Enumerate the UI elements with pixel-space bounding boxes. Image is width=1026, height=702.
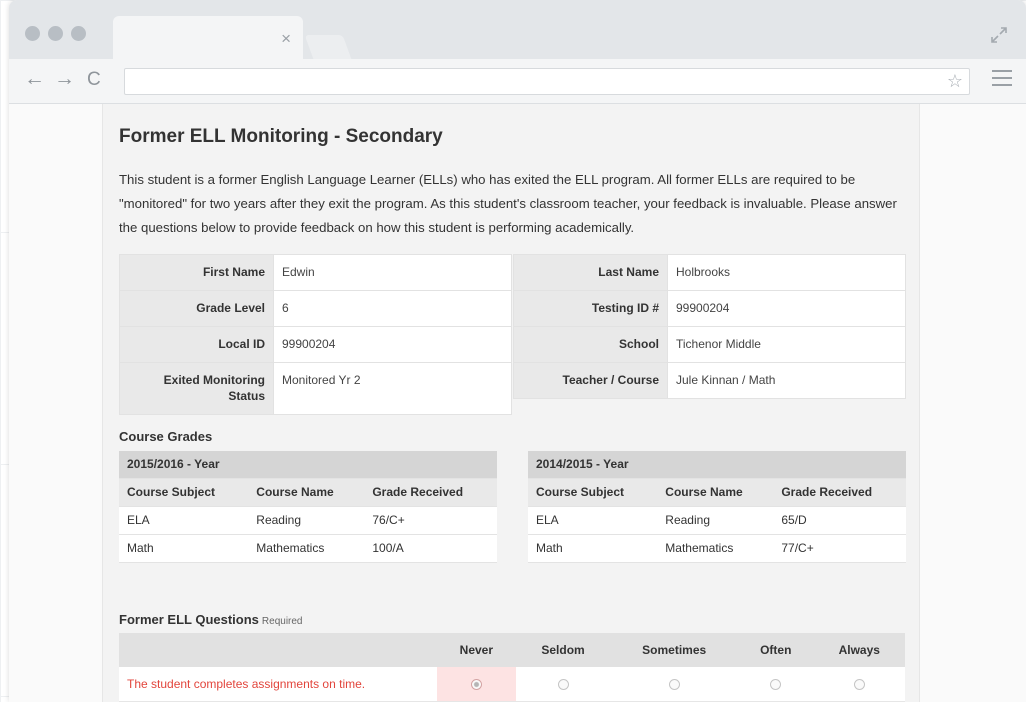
option-header-often: Often <box>738 633 814 667</box>
table-row: Math Mathematics 100/A <box>119 534 497 563</box>
info-row: Teacher / Course Jule Kinnan / Math <box>513 362 906 399</box>
info-label: First Name <box>119 254 274 291</box>
grades-year-label: 2014/2015 - Year <box>528 451 906 479</box>
new-tab-button[interactable] <box>304 35 352 59</box>
column-header: Course Name <box>657 478 774 507</box>
info-value: Jule Kinnan / Math <box>667 362 906 399</box>
cell-course-name: Mathematics <box>657 534 774 563</box>
radio-cell-always[interactable] <box>813 667 905 702</box>
info-row: First Name Edwin <box>119 254 512 291</box>
info-value: Tichenor Middle <box>667 326 906 363</box>
cell-grade: 77/C+ <box>773 534 906 563</box>
radio-never[interactable] <box>470 679 482 691</box>
info-label: Exited Monitoring Status <box>119 362 274 415</box>
grades-table-2015-2016: 2015/2016 - Year Course Subject Course N… <box>119 451 497 563</box>
column-header: Course Subject <box>119 478 249 507</box>
question-text: The student completes assignments on tim… <box>119 667 437 702</box>
info-label: Teacher / Course <box>513 362 668 399</box>
table-row: Math Mathematics 77/C+ <box>528 534 906 563</box>
info-row: Exited Monitoring Status Monitored Yr 2 <box>119 362 512 415</box>
option-header-always: Always <box>813 633 905 667</box>
info-row: Local ID 99900204 <box>119 326 512 363</box>
expand-icon[interactable] <box>990 26 1008 44</box>
info-row: Testing ID # 99900204 <box>513 290 906 327</box>
student-info-right: Last Name Holbrooks Testing ID # 9990020… <box>513 254 906 399</box>
radio-sometimes[interactable] <box>668 679 680 691</box>
tab-close-icon[interactable]: × <box>281 30 291 47</box>
cell-subject: ELA <box>119 506 249 535</box>
cell-subject: Math <box>528 534 658 563</box>
bookmark-star-icon[interactable]: ☆ <box>947 71 963 92</box>
address-bar[interactable]: ☆ <box>124 68 970 95</box>
info-value: 99900204 <box>273 326 512 363</box>
cell-course-name: Reading <box>657 506 774 535</box>
info-label: Local ID <box>119 326 274 363</box>
cell-subject: ELA <box>528 506 658 535</box>
forward-arrow-icon[interactable]: → <box>54 68 75 89</box>
browser-toolbar: ← → C ☆ <box>9 59 1026 104</box>
grades-year-label: 2015/2016 - Year <box>119 451 497 479</box>
option-header-seldom: Seldom <box>515 633 611 667</box>
maximize-window-button[interactable] <box>71 26 86 41</box>
info-label: Testing ID # <box>513 290 668 327</box>
option-header-never: Never <box>437 633 516 667</box>
radio-seldom[interactable] <box>557 679 569 691</box>
cell-grade: 100/A <box>364 534 497 563</box>
student-info-left: First Name Edwin Grade Level 6 Local ID … <box>119 254 512 415</box>
column-header: Grade Received <box>773 478 906 507</box>
radio-cell-often[interactable] <box>738 667 814 702</box>
cell-grade: 65/D <box>773 506 906 535</box>
radio-cell-never[interactable] <box>437 667 516 702</box>
course-grades-title: Course Grades <box>119 429 213 444</box>
table-row: ELA Reading 76/C+ <box>119 506 497 535</box>
table-row: ELA Reading 65/D <box>528 506 906 535</box>
back-arrow-icon[interactable]: ← <box>24 68 45 89</box>
info-row: Last Name Holbrooks <box>513 254 906 291</box>
intro-paragraph: This student is a former English Languag… <box>119 172 897 235</box>
column-header: Course Subject <box>528 478 658 507</box>
browser-tab[interactable]: × <box>113 16 303 59</box>
info-value: Monitored Yr 2 <box>273 362 512 415</box>
radio-always[interactable] <box>853 679 865 691</box>
browser-titlebar: × <box>9 0 1026 59</box>
page-content: Former ELL Monitoring - Secondary This s… <box>102 104 920 702</box>
hamburger-menu-icon[interactable] <box>992 70 1012 91</box>
info-value: Edwin <box>273 254 512 291</box>
column-header: Course Name <box>248 478 365 507</box>
info-value: 99900204 <box>667 290 906 327</box>
questions-title-text: Former ELL Questions <box>119 612 259 627</box>
required-note: Required <box>261 616 303 627</box>
info-row: School Tichenor Middle <box>513 326 906 363</box>
questions-title: Former ELL Questions Required <box>119 612 303 627</box>
page-viewport: Former ELL Monitoring - Secondary This s… <box>9 104 1026 702</box>
minimize-window-button[interactable] <box>48 26 63 41</box>
radio-cell-seldom[interactable] <box>515 667 611 702</box>
page-title: Former ELL Monitoring - Secondary <box>119 126 443 147</box>
info-label: Grade Level <box>119 290 274 327</box>
radio-cell-sometimes[interactable] <box>610 667 738 702</box>
reload-icon[interactable]: C <box>87 70 101 89</box>
question-row: The student completes assignments on tim… <box>119 667 905 702</box>
questions-table: Never Seldom Sometimes Often Always The … <box>119 633 905 702</box>
cell-course-name: Mathematics <box>248 534 365 563</box>
option-header-sometimes: Sometimes <box>610 633 738 667</box>
question-column-header <box>119 633 437 667</box>
info-row: Grade Level 6 <box>119 290 512 327</box>
info-label: Last Name <box>513 254 668 291</box>
cell-subject: Math <box>119 534 249 563</box>
grades-table-2014-2015: 2014/2015 - Year Course Subject Course N… <box>528 451 906 563</box>
window-controls <box>25 26 86 41</box>
column-header: Grade Received <box>364 478 497 507</box>
cell-course-name: Reading <box>248 506 365 535</box>
info-value: Holbrooks <box>667 254 906 291</box>
cell-grade: 76/C+ <box>364 506 497 535</box>
info-value: 6 <box>273 290 512 327</box>
browser-window: × ← → C ☆ Former ELL Monitoring - Second… <box>9 0 1026 702</box>
info-label: School <box>513 326 668 363</box>
radio-often[interactable] <box>770 679 782 691</box>
close-window-button[interactable] <box>25 26 40 41</box>
